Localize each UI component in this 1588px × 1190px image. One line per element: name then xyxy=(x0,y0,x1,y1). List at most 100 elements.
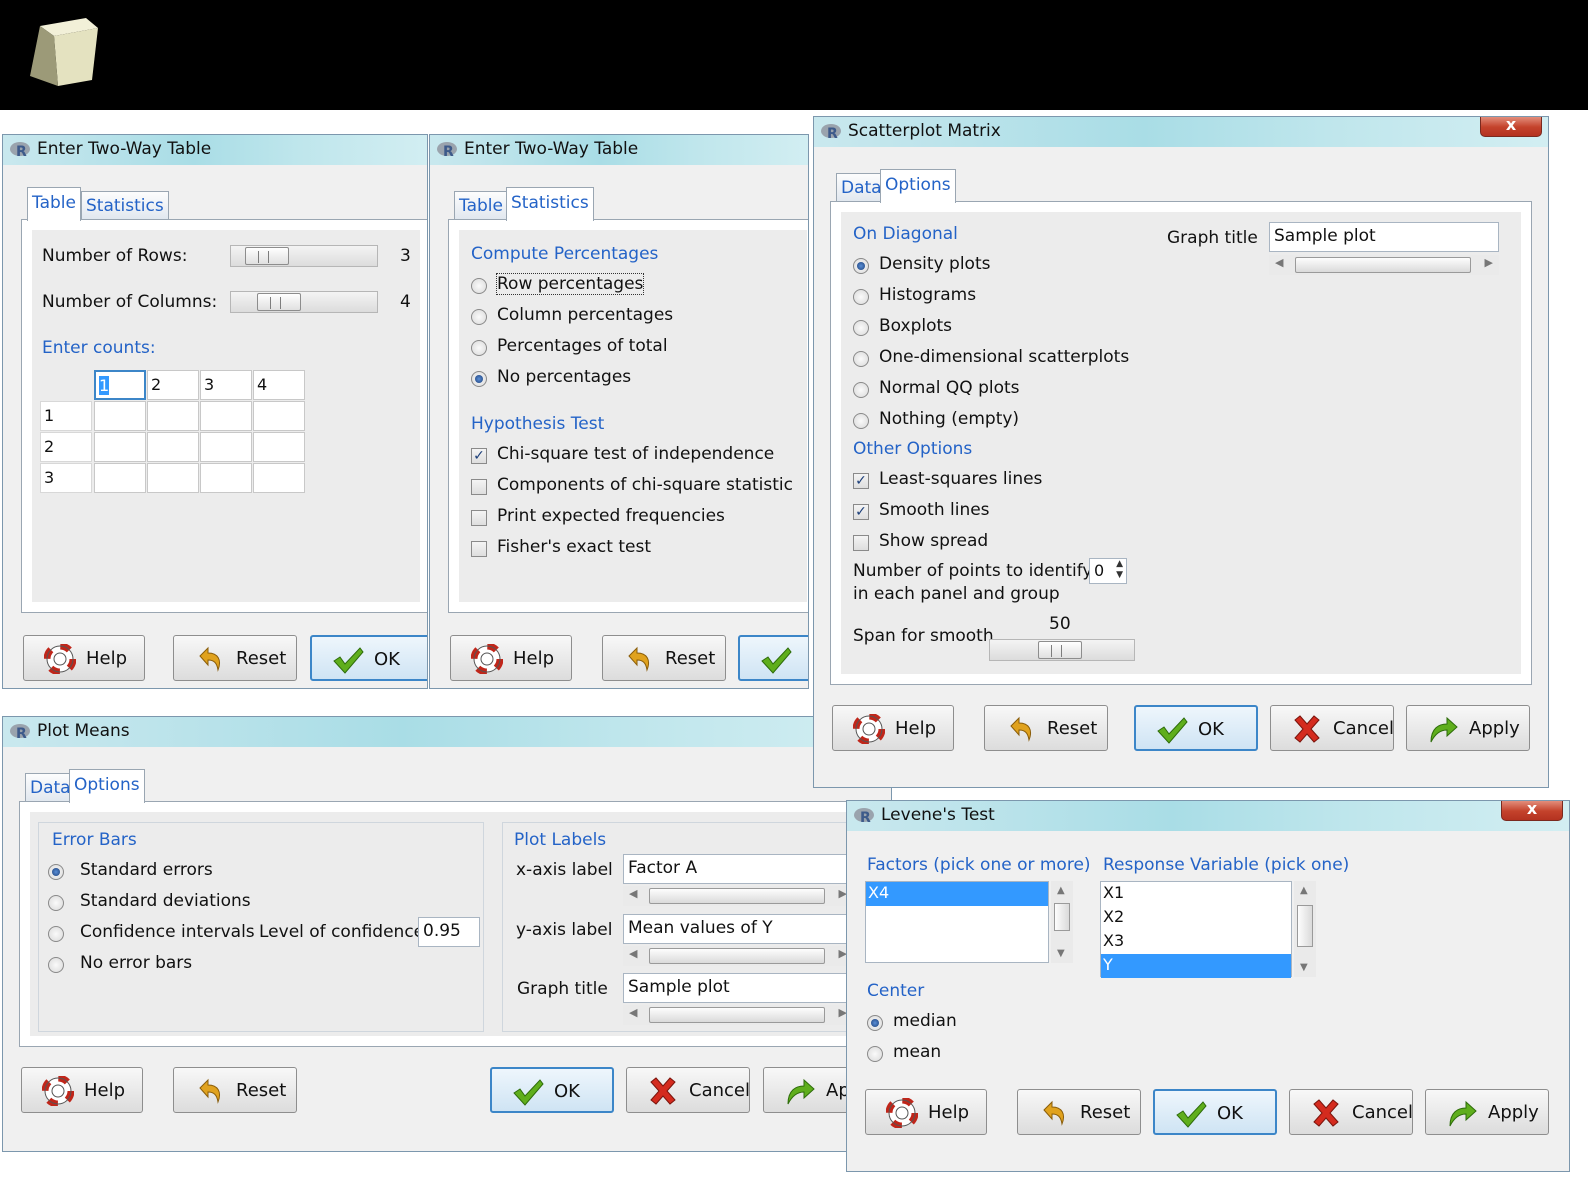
reset-button[interactable]: Reset xyxy=(173,635,297,681)
components-checkbox[interactable] xyxy=(471,479,487,495)
graph-title-scrollbar[interactable]: ◀ ▶ xyxy=(1269,255,1499,275)
title-bar[interactable]: R Levene's Test x xyxy=(847,801,1569,831)
factors-scrollbar[interactable]: ▲ ▼ xyxy=(1051,881,1073,963)
apply-button[interactable]: Apply xyxy=(1425,1089,1549,1135)
density-plots-radio[interactable] xyxy=(853,258,869,274)
expected-frequencies-checkbox[interactable] xyxy=(471,510,487,526)
no-error-bars-radio[interactable] xyxy=(48,957,64,973)
ok-button[interactable] xyxy=(738,635,808,681)
one-dimensional-radio[interactable] xyxy=(853,351,869,367)
graph-title-scrollbar[interactable]: ◀ ▶ xyxy=(623,1005,853,1025)
row-percentages-label[interactable]: Row percentages xyxy=(495,273,645,295)
median-radio[interactable] xyxy=(867,1015,883,1031)
expected-frequencies-label[interactable]: Print expected frequencies xyxy=(497,506,725,526)
help-button[interactable]: Help xyxy=(21,1067,143,1113)
standard-deviations-label[interactable]: Standard deviations xyxy=(80,891,251,911)
title-bar[interactable]: R Enter Two-Way Table xyxy=(3,135,427,165)
count-cell[interactable] xyxy=(200,463,252,493)
count-cell[interactable] xyxy=(147,463,199,493)
count-cell[interactable] xyxy=(147,432,199,462)
column-percentages-label[interactable]: Column percentages xyxy=(497,305,673,325)
mean-label[interactable]: mean xyxy=(893,1042,941,1062)
reset-button[interactable]: Reset xyxy=(602,635,726,681)
smooth-lines-label[interactable]: Smooth lines xyxy=(879,500,990,520)
least-squares-label[interactable]: Least-squares lines xyxy=(879,469,1042,489)
graph-title-input[interactable]: Sample plot xyxy=(623,973,853,1003)
span-slider-thumb[interactable] xyxy=(1038,641,1082,659)
least-squares-checkbox[interactable]: ✓ xyxy=(853,473,869,489)
confidence-intervals-radio[interactable] xyxy=(48,926,64,942)
x-axis-input[interactable]: Factor A xyxy=(623,854,853,884)
help-button[interactable]: Help xyxy=(865,1089,987,1135)
graph-title-input[interactable]: Sample plot xyxy=(1269,222,1499,252)
boxplots-radio[interactable] xyxy=(853,320,869,336)
close-icon[interactable]: x xyxy=(1480,117,1542,137)
cancel-button[interactable]: Cancel xyxy=(1270,705,1394,751)
title-bar[interactable]: R Plot Means xyxy=(3,717,891,747)
close-icon[interactable]: x xyxy=(1501,801,1563,821)
histograms-radio[interactable] xyxy=(853,289,869,305)
no-error-bars-label[interactable]: No error bars xyxy=(80,953,192,973)
chi-square-label[interactable]: Chi-square test of independence xyxy=(497,444,774,464)
tab-statistics[interactable]: Statistics xyxy=(506,187,594,221)
col-header-3[interactable]: 3 xyxy=(200,370,252,400)
percentages-of-total-label[interactable]: Percentages of total xyxy=(497,336,668,356)
count-cell[interactable] xyxy=(200,401,252,431)
help-button[interactable]: Help xyxy=(832,705,954,751)
reset-button[interactable]: Reset xyxy=(1017,1089,1141,1135)
confidence-intervals-label[interactable]: Confidence intervals xyxy=(80,922,255,942)
normal-qq-label[interactable]: Normal QQ plots xyxy=(879,378,1020,398)
column-percentages-radio[interactable] xyxy=(471,309,487,325)
percentages-of-total-radio[interactable] xyxy=(471,340,487,356)
tab-data[interactable]: Data xyxy=(836,173,887,203)
ok-button[interactable]: OK xyxy=(1153,1089,1277,1135)
title-bar[interactable]: R Scatterplot Matrix x xyxy=(814,117,1548,147)
count-cell[interactable] xyxy=(200,432,252,462)
normal-qq-radio[interactable] xyxy=(853,382,869,398)
count-cell[interactable] xyxy=(253,401,305,431)
components-label[interactable]: Components of chi-square statistic xyxy=(497,475,793,495)
median-label[interactable]: median xyxy=(893,1011,957,1031)
list-item[interactable]: X1 xyxy=(1101,882,1291,906)
cols-slider[interactable] xyxy=(230,291,378,313)
response-scrollbar[interactable]: ▲ ▼ xyxy=(1294,881,1316,977)
cols-slider-thumb[interactable] xyxy=(257,293,301,311)
row-header-2[interactable]: 2 xyxy=(40,432,92,462)
density-plots-label[interactable]: Density plots xyxy=(879,254,990,274)
span-smooth-slider[interactable] xyxy=(989,639,1135,661)
x-axis-scrollbar[interactable]: ◀ ▶ xyxy=(623,886,853,906)
cancel-button[interactable]: Cancel xyxy=(626,1067,750,1113)
confidence-level-input[interactable]: 0.95 xyxy=(418,917,480,947)
one-dimensional-label[interactable]: One-dimensional scatterplots xyxy=(879,347,1129,367)
no-percentages-radio[interactable] xyxy=(471,371,487,387)
boxplots-label[interactable]: Boxplots xyxy=(879,316,952,336)
show-spread-checkbox[interactable] xyxy=(853,535,869,551)
fisher-exact-checkbox[interactable] xyxy=(471,541,487,557)
list-item[interactable]: X4 xyxy=(866,882,1048,906)
count-cell[interactable] xyxy=(94,463,146,493)
fisher-exact-label[interactable]: Fisher's exact test xyxy=(497,537,651,557)
col-header-2[interactable]: 2 xyxy=(147,370,199,400)
mean-radio[interactable] xyxy=(867,1046,883,1062)
count-cell[interactable] xyxy=(94,432,146,462)
spin-down-icon[interactable]: ▼ xyxy=(1116,570,1123,580)
tab-table[interactable]: Table xyxy=(454,191,508,221)
count-cell[interactable] xyxy=(253,432,305,462)
standard-errors-radio[interactable] xyxy=(48,864,64,880)
title-bar[interactable]: R Enter Two-Way Table xyxy=(430,135,808,165)
no-percentages-label[interactable]: No percentages xyxy=(497,367,631,387)
rows-slider-thumb[interactable] xyxy=(245,247,289,265)
col-header-1[interactable]: 1 xyxy=(94,370,146,400)
row-header-3[interactable]: 3 xyxy=(40,463,92,493)
smooth-lines-checkbox[interactable]: ✓ xyxy=(853,504,869,520)
rows-slider[interactable] xyxy=(230,245,378,267)
tab-options[interactable]: Options xyxy=(69,769,145,803)
ok-button[interactable]: OK xyxy=(1134,705,1258,751)
factors-listbox[interactable]: X4 xyxy=(865,881,1049,963)
standard-deviations-radio[interactable] xyxy=(48,895,64,911)
tab-options[interactable]: Options xyxy=(880,169,956,203)
ok-button[interactable]: OK xyxy=(310,635,427,681)
spin-up-icon[interactable]: ▲ xyxy=(1116,559,1123,569)
tab-table[interactable]: Table xyxy=(27,187,81,221)
help-button[interactable]: Help xyxy=(23,635,145,681)
